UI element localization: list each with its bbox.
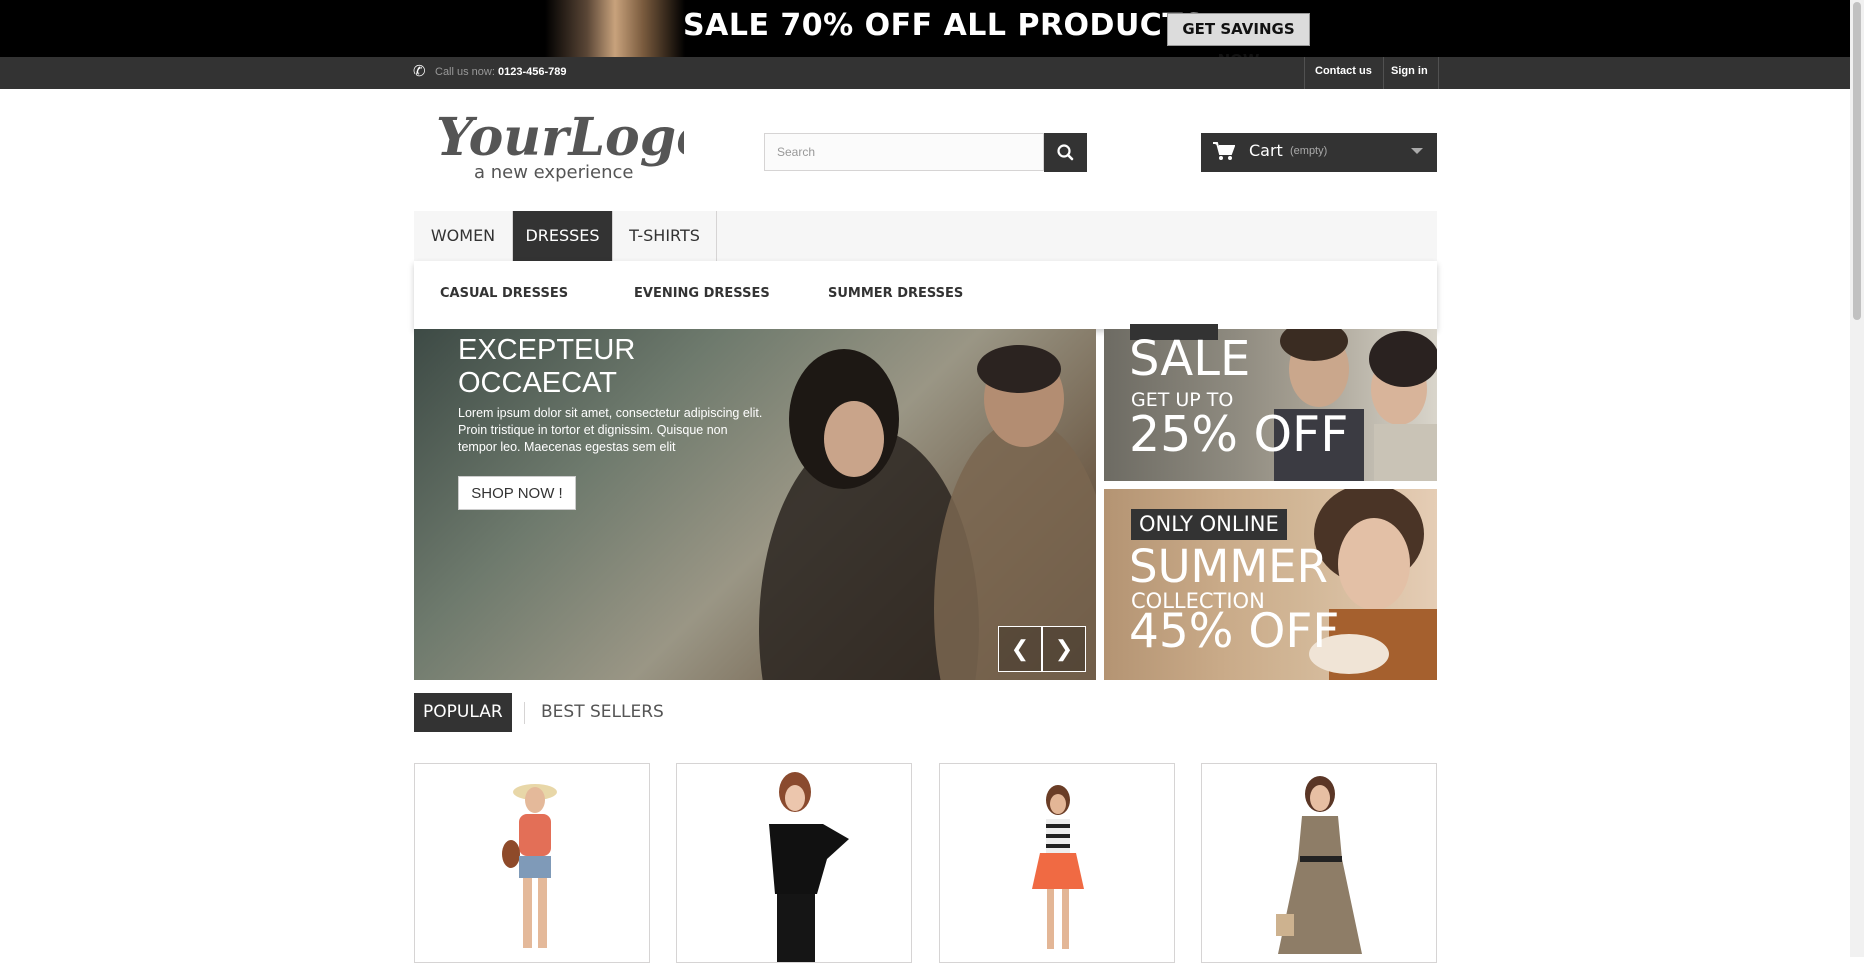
nav-item-dresses[interactable]: DRESSES	[513, 211, 613, 262]
promo1-sale-text: SALE	[1129, 331, 1251, 387]
promo1-discount: 25% OFF	[1129, 406, 1349, 463]
product-card[interactable]	[1201, 763, 1437, 963]
tab-popular[interactable]: POPULAR	[414, 693, 512, 732]
scrollbar-thumb[interactable]	[1853, 2, 1861, 320]
logo-tagline: a new experience	[474, 162, 633, 183]
cart-icon	[1213, 142, 1235, 160]
chevron-right-icon: ❯	[1054, 636, 1074, 661]
product-card[interactable]	[676, 763, 912, 963]
search-button[interactable]	[1044, 133, 1087, 172]
nav-item-women[interactable]: WOMEN	[414, 211, 513, 262]
get-savings-button[interactable]: GET SAVINGS NOW	[1167, 13, 1310, 69]
top-info-bar	[0, 57, 1850, 89]
logo-text: YourLogo	[436, 107, 684, 168]
product-image	[769, 772, 849, 962]
promo2-summer-text: SUMMER	[1129, 540, 1328, 593]
promo2-only-online-tag: ONLY ONLINE	[1131, 509, 1287, 540]
site-logo[interactable]: YourLogo a new experience	[434, 103, 684, 183]
submenu-item-casual-dresses[interactable]: CASUAL DRESSES	[440, 286, 568, 301]
tab-divider	[524, 702, 525, 724]
phone-number: 0123-456-789	[497, 66, 567, 78]
search-input[interactable]	[764, 133, 1044, 171]
product-card[interactable]	[939, 763, 1175, 963]
slide-description: Lorem ipsum dolor sit amet, consectetur …	[458, 406, 763, 454]
promo2-discount: 45% OFF	[1129, 604, 1340, 659]
cart-button[interactable]: Cart (empty)	[1201, 133, 1437, 172]
cart-label: Cart	[1249, 141, 1283, 160]
slide-title-line2: OCCAECAT	[458, 367, 617, 399]
banner-headline: SALE 70% OFF ALL PRODUCTS	[683, 8, 1206, 43]
call-us-label: Call us now:	[435, 66, 495, 78]
product-card[interactable]	[414, 763, 650, 963]
call-us-text: Call us now: 0123-456-789	[435, 66, 567, 78]
banner-model-image	[545, 0, 685, 57]
slider-prev-button[interactable]: ❮	[998, 626, 1042, 672]
contact-us-link[interactable]: Contact us	[1304, 57, 1382, 89]
slide-title: EXCEPTEUR OCCAECAT	[458, 334, 758, 400]
slide-title-line1: EXCEPTEUR	[458, 334, 636, 366]
submenu-item-summer-dresses[interactable]: SUMMER DRESSES	[828, 286, 963, 301]
product-image	[1032, 785, 1084, 949]
nav-item-tshirts[interactable]: T-SHIRTS	[613, 211, 717, 262]
chevron-down-icon	[1411, 148, 1423, 154]
shop-now-button[interactable]: SHOP NOW !	[458, 476, 576, 510]
phone-icon: ✆	[413, 63, 426, 80]
chevron-left-icon: ❮	[1010, 636, 1030, 661]
product-image	[1276, 776, 1362, 954]
sign-in-link[interactable]: Sign in	[1383, 57, 1439, 89]
product-image	[502, 784, 557, 948]
submenu-item-evening-dresses[interactable]: EVENING DRESSES	[634, 286, 770, 301]
cart-status: (empty)	[1290, 145, 1328, 157]
slider-next-button[interactable]: ❯	[1042, 626, 1086, 672]
tab-best-sellers[interactable]: BEST SELLERS	[541, 693, 664, 732]
search-icon	[1057, 144, 1074, 161]
